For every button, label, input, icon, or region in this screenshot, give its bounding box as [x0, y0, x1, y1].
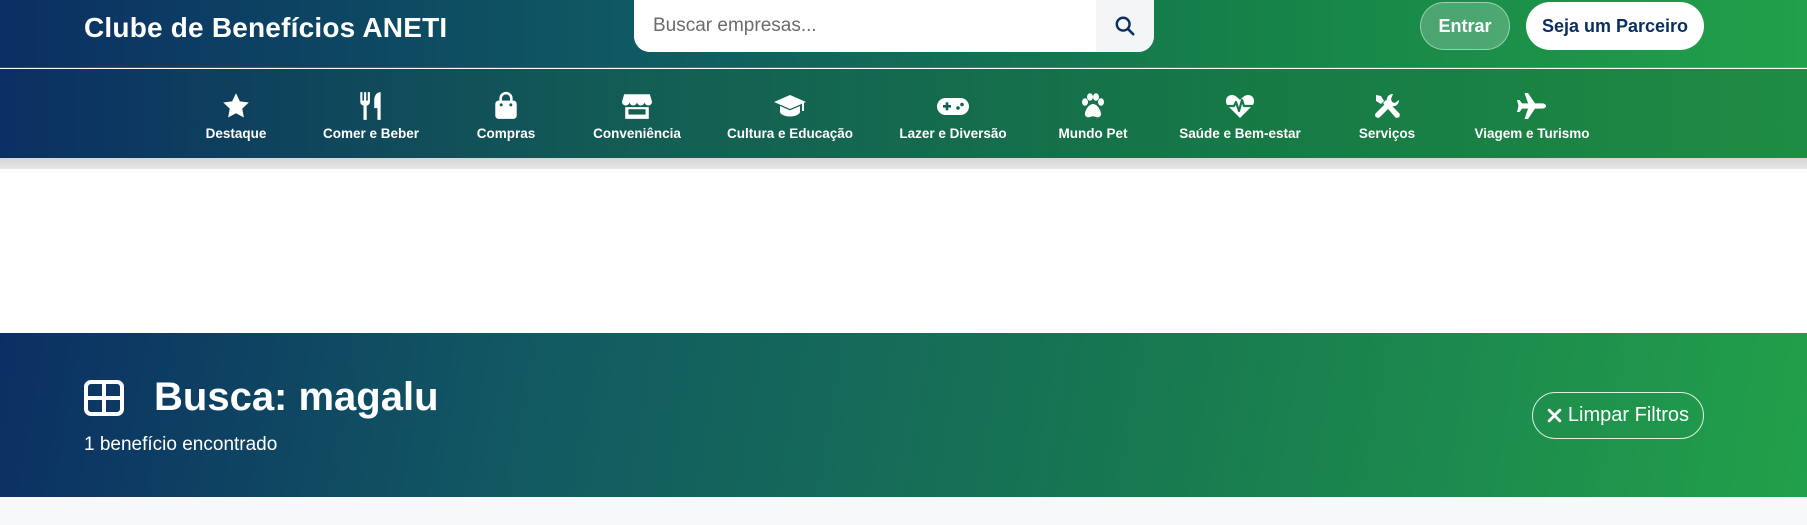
category-nav: Destaque Comer e Beber Compras Conveniên… — [0, 69, 1807, 158]
results-heading: Busca: magalu — [84, 375, 439, 420]
page-title: Busca: magalu — [154, 375, 439, 419]
search-bar — [634, 0, 1154, 52]
star-icon — [223, 93, 249, 118]
partner-button[interactable]: Seja um Parceiro — [1526, 2, 1704, 50]
category-comer-e-beber[interactable]: Comer e Beber — [311, 69, 431, 158]
brand-title[interactable]: Clube de Benefícios ANETI — [84, 12, 447, 44]
graduation-cap-icon — [774, 95, 806, 117]
search-input[interactable] — [634, 0, 1096, 52]
paw-icon — [1082, 93, 1104, 118]
clear-filters-button[interactable]: Limpar Filtros — [1532, 392, 1704, 439]
utensils-icon — [360, 92, 381, 120]
category-label: Destaque — [205, 126, 267, 141]
store-icon — [622, 94, 652, 119]
search-icon — [1115, 16, 1135, 36]
category-label: Mundo Pet — [1058, 126, 1128, 141]
category-compras[interactable]: Compras — [456, 69, 556, 158]
results-count: 1 benefício encontrado — [84, 434, 278, 455]
category-lazer-e-diversao[interactable]: Lazer e Diversão — [888, 69, 1018, 158]
category-cultura-e-educacao[interactable]: Cultura e Educação — [722, 69, 858, 158]
category-mundo-pet[interactable]: Mundo Pet — [1043, 69, 1143, 158]
category-destaque[interactable]: Destaque — [186, 69, 286, 158]
category-label: Lazer e Diversão — [899, 126, 1007, 141]
category-label: Conveniência — [593, 126, 681, 141]
tools-icon — [1375, 93, 1400, 118]
category-label: Comer e Beber — [322, 126, 420, 141]
category-servicos[interactable]: Serviços — [1337, 69, 1437, 158]
shopping-bag-icon — [495, 91, 517, 119]
results-content-area — [0, 497, 1807, 525]
top-header: Clube de Benefícios ANETI Entrar Seja um… — [0, 0, 1807, 68]
category-conveniencia[interactable]: Conveniência — [582, 69, 692, 158]
plane-icon — [1517, 93, 1546, 119]
category-label: Saúde e Bem-estar — [1179, 126, 1301, 141]
close-icon — [1547, 408, 1562, 423]
nav-shadow-divider — [0, 158, 1807, 169]
search-results-banner: Busca: magalu 1 benefício encontrado Lim… — [0, 333, 1807, 497]
login-button[interactable]: Entrar — [1420, 2, 1510, 50]
category-saude-e-bem-estar[interactable]: Saúde e Bem-estar — [1170, 69, 1310, 158]
category-label: Compras — [476, 126, 536, 141]
heart-pulse-icon — [1225, 95, 1255, 118]
grid-icon — [84, 379, 124, 416]
category-viagem-e-turismo[interactable]: Viagem e Turismo — [1472, 69, 1592, 158]
search-button[interactable] — [1096, 0, 1154, 52]
category-label: Viagem e Turismo — [1474, 126, 1590, 141]
category-label: Serviços — [1358, 126, 1416, 141]
clear-filters-label: Limpar Filtros — [1567, 404, 1690, 426]
gamepad-icon — [937, 98, 969, 115]
category-label: Cultura e Educação — [726, 126, 854, 141]
